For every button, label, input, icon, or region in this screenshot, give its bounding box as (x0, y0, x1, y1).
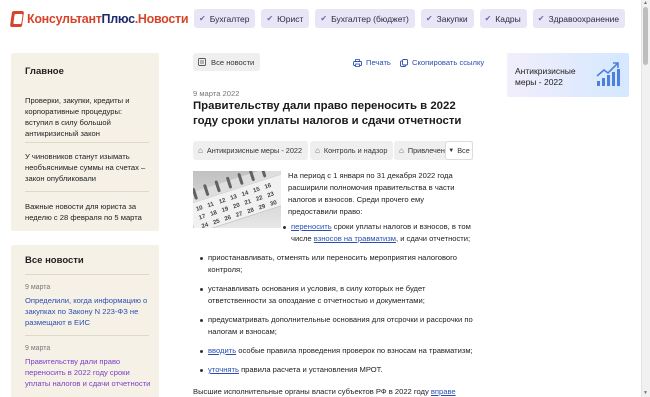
main-news-item[interactable]: У чиновников станут изымать необъяснимые… (25, 151, 149, 184)
site-logo[interactable]: КонсультантПлюс.Новости (9, 9, 189, 29)
nav-tag-hr[interactable]: ✔ Кадры (479, 9, 527, 28)
print-button[interactable]: Печать (353, 58, 391, 67)
scroll-down-arrow-icon[interactable]: ▼ (642, 390, 649, 396)
scrollbar-thumb[interactable] (643, 7, 648, 65)
check-icon: ✔ (537, 14, 545, 23)
article-image-calendar: 10 11 12 13 14 15 16 17 18 19 20 21 22 23 24 25 26 27 28… (193, 171, 281, 228)
copy-icon (400, 58, 408, 67)
article-tags: ⌂ Антикризисные меры - 2022 ⌂ Контроль и н… (193, 141, 473, 160)
bullet-item: уточнять правила расчета и установления … (193, 364, 475, 376)
article-tag[interactable]: ⌂ Антикризисные меры - 2022 (193, 141, 309, 160)
news-date: 9 марта (25, 284, 51, 291)
divider (25, 335, 149, 336)
check-icon: ✔ (320, 14, 328, 23)
news-link[interactable]: Определили, когда информацию о закупках … (25, 295, 151, 328)
divider (25, 274, 149, 275)
bullet-link[interactable]: переносить (291, 222, 332, 231)
main-news-item[interactable]: Важные новости для юриста за неделю с 28… (25, 201, 149, 223)
news-date: 9 марта (25, 345, 51, 352)
bullet-item: переносить сроки уплаты налогов и взносо… (193, 221, 475, 245)
nav-tag-lawyer[interactable]: ✔ Юрист (261, 9, 310, 28)
tag-icon: ⌂ (399, 146, 404, 155)
scroll-up-arrow-icon[interactable]: ▲ (642, 0, 649, 6)
nav-tag-budget-accountant[interactable]: ✔ Бухгалтер (бюджет) (315, 9, 415, 28)
tag-icon: ⌂ (315, 146, 320, 155)
nav-tag-accountant[interactable]: ✔ Бухгалтер (194, 9, 256, 28)
chevron-down-icon: ▼ (448, 147, 455, 154)
check-icon: ✔ (425, 14, 433, 23)
article-intro: На период с 1 января по 31 декабря 2022 … (288, 171, 455, 216)
bullet-item: предусматривать дополнительные основания… (193, 314, 475, 338)
article-outro: Высшие исполнительные органы власти субъ… (193, 387, 456, 396)
main-news-item[interactable]: Проверки, закупки, кредиты и корпоративн… (25, 95, 149, 139)
article-bullet-list: переносить сроки уплаты налогов и взносо… (193, 221, 475, 376)
divider (25, 191, 149, 192)
anticrisis-promo-banner[interactable]: Антикризисные меры - 2022 (507, 53, 629, 97)
article-title: Правительству дали право переносить в 20… (193, 100, 462, 127)
check-icon: ✔ (199, 14, 206, 23)
all-news-title[interactable]: Все новости (25, 255, 84, 266)
bullet-item: устанавливать основания и условия, в сил… (193, 283, 475, 307)
nav-tag-procurement[interactable]: ✔ Закупки (420, 9, 474, 28)
tags-expand-button[interactable]: ▼ Все (445, 141, 473, 160)
news-link-active[interactable]: Правительству дали право переносить в 20… (25, 356, 151, 389)
check-icon: ✔ (484, 14, 492, 23)
bullet-link[interactable]: взносов на травматизм (314, 234, 396, 243)
bullet-link[interactable]: вводить (208, 346, 236, 355)
promo-text: Антикризисные меры - 2022 (515, 66, 576, 87)
bullet-item: вводить особые правила проведения провер… (193, 345, 475, 357)
divider (25, 142, 149, 143)
printer-icon (353, 58, 362, 67)
main-news-card: Главное Проверки, закупки, кредиты и кор… (11, 53, 159, 231)
bullet-item: приостанавливать, отменять или переносит… (193, 252, 475, 276)
outro-link[interactable]: вправе (431, 387, 456, 396)
nav-tag-healthcare[interactable]: ✔ Здравоохранение (532, 9, 626, 28)
copy-link-button[interactable]: Скопировать ссылку (400, 58, 484, 67)
main-news-title: Главное (25, 66, 64, 77)
all-news-button[interactable]: Все новости (193, 53, 261, 71)
bullet-link[interactable]: уточнять (208, 365, 239, 374)
logo-icon (9, 11, 25, 27)
all-news-card: Все новости 9 марта Определили, когда ин… (11, 245, 159, 397)
news-icon (198, 58, 206, 66)
calendar-image: 10 11 12 13 14 15 16 17 18 19 20 21 22 23 24 25 26 27 28… (193, 171, 281, 228)
tag-icon: ⌂ (198, 146, 203, 155)
article-tag[interactable]: ⌂ Контроль и надзор (310, 141, 394, 160)
top-navigation: ✔ Бухгалтер ✔ Юрист ✔ Бухгалтер (бюджет) ✔ З… (194, 9, 626, 28)
growth-chart-icon (596, 62, 620, 86)
check-icon: ✔ (266, 14, 274, 23)
article-date: 9 марта 2022 (193, 89, 240, 98)
